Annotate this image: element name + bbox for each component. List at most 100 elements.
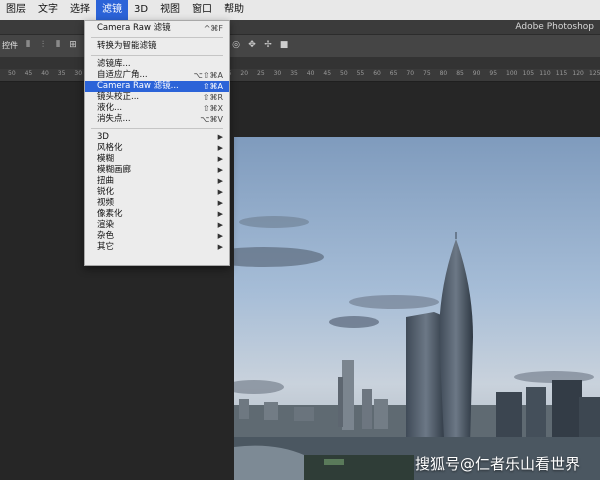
filter-menu-item[interactable]: 自适应广角... ⌥⇧⌘A bbox=[85, 70, 229, 81]
submenu-arrow-icon: ▶ bbox=[217, 144, 223, 152]
menu-item-label: 3D bbox=[97, 132, 109, 142]
shortcut-text: ⇧⌘R bbox=[202, 93, 223, 102]
ruler-tick: 60 bbox=[373, 70, 381, 77]
filter-menu-item[interactable]: Camera Raw 滤镜 ^⌘F bbox=[85, 23, 229, 34]
ruler-tick: 110 bbox=[539, 70, 551, 77]
menu-item-label: 渲染 bbox=[97, 220, 115, 230]
ruler-tick: 45 bbox=[323, 70, 332, 77]
menu-divider bbox=[91, 37, 223, 38]
ruler-tick: 80 bbox=[439, 70, 448, 77]
submenu-arrow-icon: ▶ bbox=[217, 243, 223, 251]
ruler-tick: 105 bbox=[522, 70, 535, 77]
menu-item-label: 锐化 bbox=[97, 187, 115, 197]
ruler-tick: 85 bbox=[456, 70, 464, 77]
ruler-tick: 30 bbox=[273, 70, 282, 77]
orbit-icon[interactable]: ◎ bbox=[230, 39, 242, 51]
video-camera-icon[interactable]: ■ bbox=[278, 39, 290, 51]
menu-divider bbox=[91, 55, 223, 56]
ruler-tick: 100 bbox=[506, 70, 518, 77]
shortcut-text: ⇧⌘A bbox=[202, 82, 223, 91]
menu-item-label: 其它 bbox=[97, 242, 115, 252]
ruler-tick: 90 bbox=[472, 70, 481, 77]
menu-item-label: 液化... bbox=[97, 103, 123, 113]
submenu-arrow-icon: ▶ bbox=[217, 232, 223, 240]
ruler-tick: 30 bbox=[74, 70, 83, 77]
menu-item-label: Camera Raw 滤镜... bbox=[97, 81, 179, 91]
ruler-tick: 25 bbox=[257, 70, 265, 77]
ruler-tick: 120 bbox=[572, 70, 584, 77]
ruler-tick: 50 bbox=[340, 70, 348, 77]
align-right-icon[interactable]: ⫴ bbox=[52, 39, 64, 51]
filter-menu-item[interactable]: 液化... ⇧⌘X bbox=[85, 103, 229, 114]
ruler-tick: 70 bbox=[406, 70, 415, 77]
ruler-tick: 40 bbox=[306, 70, 315, 77]
ruler-tick: 115 bbox=[555, 70, 568, 77]
menu-divider bbox=[91, 128, 223, 129]
shortcut-text: ^⌘F bbox=[203, 24, 223, 33]
filter-menu-item[interactable]: 滤镜库... bbox=[85, 59, 229, 70]
submenu-arrow-icon: ▶ bbox=[217, 188, 223, 196]
menu-item[interactable]: 帮助 bbox=[218, 0, 250, 20]
align-left-icon[interactable]: ⫴ bbox=[22, 39, 34, 51]
menu-item[interactable]: 视图 bbox=[154, 0, 186, 20]
filter-submenu-item[interactable]: 其它 ▶ bbox=[85, 242, 229, 253]
filter-menu-item[interactable]: 消失点... ⌥⌘V bbox=[85, 114, 229, 125]
align-center-icon[interactable]: ⫶ bbox=[37, 39, 49, 51]
menu-item-label: 滤镜库... bbox=[97, 59, 131, 69]
watermark: 搜狐号@仁者乐山看世界 bbox=[415, 455, 581, 473]
ruler-tick: 20 bbox=[240, 70, 249, 77]
menu-item-label: Camera Raw 滤镜 bbox=[97, 23, 171, 33]
options-label: 控件 bbox=[2, 41, 18, 50]
ruler-tick: 45 bbox=[24, 70, 33, 77]
ruler-tick: 75 bbox=[423, 70, 431, 77]
ruler-tick: 50 bbox=[8, 70, 16, 77]
filter-menu-item[interactable]: 转换为智能滤镜 bbox=[85, 41, 229, 52]
menu-item[interactable]: 图层 bbox=[0, 0, 32, 20]
city-photo bbox=[234, 137, 600, 480]
distribute-icon[interactable]: ⊞ bbox=[67, 39, 79, 51]
filter-submenu-item[interactable]: 风格化 ▶ bbox=[85, 143, 229, 154]
filter-submenu-item[interactable]: 渲染 ▶ bbox=[85, 220, 229, 231]
submenu-arrow-icon: ▶ bbox=[217, 199, 223, 207]
submenu-arrow-icon: ▶ bbox=[217, 177, 223, 185]
filter-submenu-item[interactable]: 视频 ▶ bbox=[85, 198, 229, 209]
filter-menu-item[interactable]: 镜头校正... ⇧⌘R bbox=[85, 92, 229, 103]
submenu-arrow-icon: ▶ bbox=[217, 221, 223, 229]
menu-item-label: 自适应广角... bbox=[97, 70, 148, 80]
menu-item-label: 转换为智能滤镜 bbox=[97, 41, 157, 51]
filter-submenu-item[interactable]: 模糊 ▶ bbox=[85, 154, 229, 165]
submenu-arrow-icon: ▶ bbox=[217, 166, 223, 174]
menu-item[interactable]: 文字 bbox=[32, 0, 64, 20]
ruler-tick: 35 bbox=[290, 70, 298, 77]
submenu-arrow-icon: ▶ bbox=[217, 210, 223, 218]
menu-item-label: 模糊 bbox=[97, 154, 115, 164]
menu-item-label: 杂色 bbox=[97, 231, 115, 241]
app-title: Adobe Photoshop bbox=[515, 22, 594, 32]
menu-item[interactable]: 3D bbox=[128, 0, 154, 20]
menu-item-label: 镜头校正... bbox=[97, 92, 140, 102]
menu-item-label: 像素化 bbox=[97, 209, 123, 219]
menu-item-label: 消失点... bbox=[97, 114, 131, 124]
filter-menu-item[interactable]: Camera Raw 滤镜... ⇧⌘A bbox=[85, 81, 229, 92]
ruler-tick: 40 bbox=[41, 70, 49, 77]
menu-item-label: 风格化 bbox=[97, 143, 123, 153]
menu-item[interactable]: 选择 bbox=[64, 0, 96, 20]
filter-submenu-item[interactable]: 像素化 ▶ bbox=[85, 209, 229, 220]
filter-submenu-item[interactable]: 杂色 ▶ bbox=[85, 231, 229, 242]
filter-submenu-item[interactable]: 锐化 ▶ bbox=[85, 187, 229, 198]
menu-item-label: 扭曲 bbox=[97, 176, 115, 186]
ruler-tick: 65 bbox=[389, 70, 398, 77]
filter-submenu-item[interactable]: 3D ▶ bbox=[85, 132, 229, 143]
ruler-tick: 55 bbox=[356, 70, 365, 77]
filter-menu-dropdown: Camera Raw 滤镜 ^⌘F 转换为智能滤镜 滤镜库... 自适应广角... ⌥⇧⌘… bbox=[84, 20, 230, 266]
pan-icon[interactable]: ✢ bbox=[262, 39, 274, 51]
filter-submenu-item[interactable]: 模糊画廊 ▶ bbox=[85, 165, 229, 176]
menu-item[interactable]: 滤镜 bbox=[96, 0, 128, 20]
ruler-tick: 95 bbox=[489, 70, 498, 77]
submenu-arrow-icon: ▶ bbox=[217, 133, 223, 141]
menu-item-label: 视频 bbox=[97, 198, 115, 208]
menu-item[interactable]: 窗口 bbox=[186, 0, 218, 20]
move-icon[interactable]: ✥ bbox=[246, 39, 258, 51]
shortcut-text: ⌥⇧⌘A bbox=[193, 71, 223, 80]
filter-submenu-item[interactable]: 扭曲 ▶ bbox=[85, 176, 229, 187]
